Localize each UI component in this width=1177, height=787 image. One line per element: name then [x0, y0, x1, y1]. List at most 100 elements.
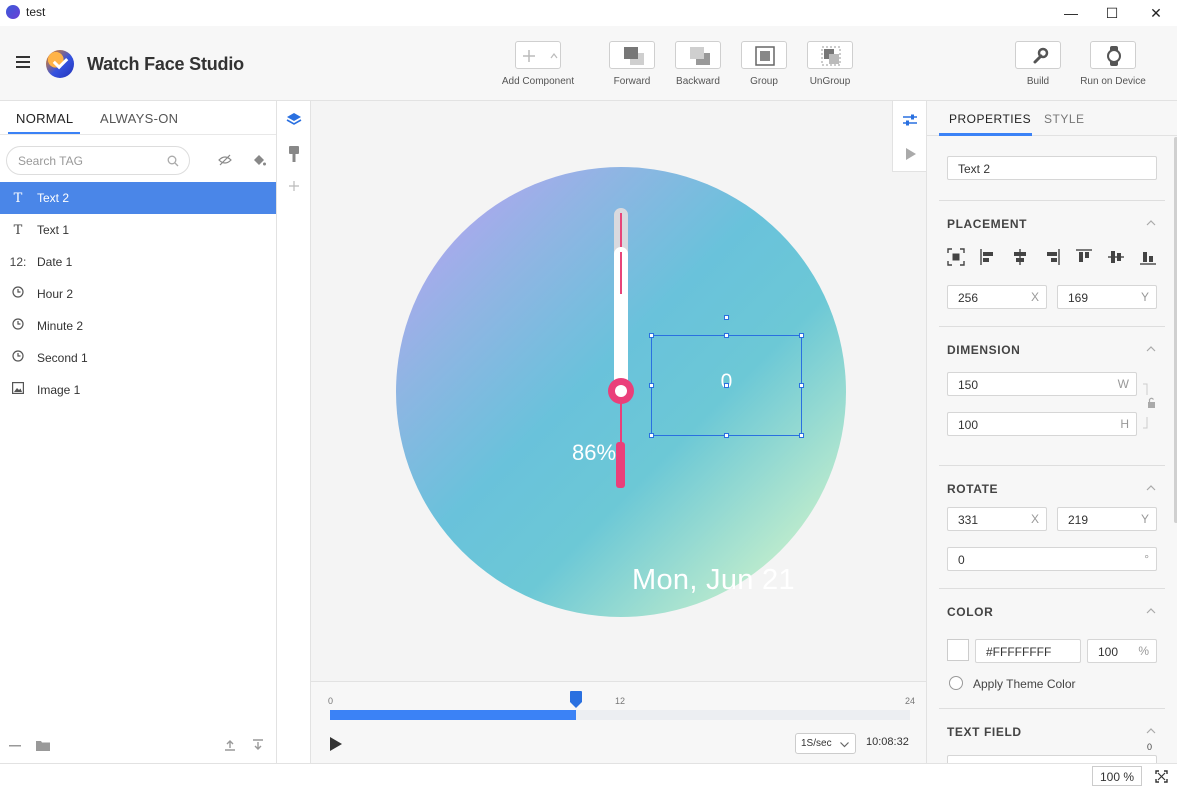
tab-properties[interactable]: PROPERTIES — [949, 112, 1031, 126]
selection-box[interactable]: 0 — [649, 333, 804, 438]
move-top-icon[interactable] — [224, 739, 236, 751]
text-layer-icon: T — [13, 190, 23, 206]
layer-tabs: NORMAL ALWAYS-ON — [0, 101, 276, 135]
x-label: X — [1030, 290, 1039, 304]
timeline-track[interactable] — [330, 710, 910, 720]
watch-face-studio-logo — [46, 50, 74, 78]
align-left-icon[interactable] — [979, 248, 997, 266]
rotate-x-value: 331 — [958, 513, 979, 527]
fit-screen-icon[interactable] — [1155, 770, 1168, 783]
rotate-y-field[interactable]: 219 Y — [1057, 507, 1157, 531]
align-bottom-icon[interactable] — [1139, 248, 1157, 266]
tag-search[interactable] — [6, 146, 190, 175]
align-right-icon[interactable] — [1043, 248, 1061, 266]
apply-theme-color-radio[interactable] — [949, 676, 963, 690]
chevron-up-icon[interactable] — [1146, 485, 1156, 491]
layer-item-hour-2[interactable]: Hour 2 — [0, 278, 276, 310]
group-label: Group — [750, 76, 778, 87]
rotate-x-field[interactable]: 331 X — [947, 507, 1047, 531]
resize-handle[interactable] — [799, 383, 804, 388]
add-icon[interactable] — [289, 181, 299, 191]
resize-handle[interactable] — [649, 433, 654, 438]
text-field-input[interactable] — [947, 755, 1157, 763]
clock-icon — [11, 318, 25, 334]
window-title: test — [26, 5, 46, 19]
placement-x-field[interactable]: 256 X — [947, 285, 1047, 309]
hide-icon[interactable] — [218, 154, 232, 166]
group-button[interactable]: Group — [741, 41, 787, 87]
add-icon — [515, 41, 561, 69]
layer-item-image-1[interactable]: Image 1 — [0, 374, 276, 406]
chevron-up-icon[interactable] — [1146, 608, 1156, 614]
layer-item-text-2[interactable]: T Text 2 — [0, 182, 276, 214]
second-hand-counterweight[interactable] — [616, 442, 625, 488]
preview-play-icon[interactable] — [906, 148, 916, 160]
minimize-button[interactable]: — — [1048, 0, 1094, 26]
rotation-handle[interactable] — [724, 315, 729, 320]
search-input[interactable] — [18, 154, 158, 168]
ungroup-button[interactable]: UnGroup — [807, 41, 853, 87]
layer-item-second-1[interactable]: Second 1 — [0, 342, 276, 374]
speed-select[interactable]: 1S/sec — [795, 733, 856, 754]
tab-always-on[interactable]: ALWAYS-ON — [100, 111, 178, 126]
layers-panel: NORMAL ALWAYS-ON T Text 2 T Text 1 12: D… — [0, 101, 277, 763]
align-horizontal-center-icon[interactable] — [1011, 248, 1029, 266]
degree-label: ° — [1144, 552, 1149, 566]
placement-y-field[interactable]: 169 Y — [1057, 285, 1157, 309]
status-bar: 100 % — [0, 763, 1177, 787]
battery-text[interactable]: 86% — [572, 440, 616, 466]
layer-item-date-1[interactable]: 12: Date 1 — [0, 246, 276, 278]
height-field[interactable]: 100 H — [947, 412, 1137, 436]
component-name-field[interactable]: Text 2 — [947, 156, 1157, 180]
resize-handle[interactable] — [724, 433, 729, 438]
y-label: Y — [1140, 512, 1149, 526]
rotate-angle-field[interactable]: 0 ° — [947, 547, 1157, 571]
play-icon[interactable] — [330, 737, 342, 751]
resize-handle[interactable] — [649, 383, 654, 388]
align-top-icon[interactable] — [1075, 248, 1093, 266]
menu-icon[interactable] — [16, 56, 30, 68]
resize-handle[interactable] — [649, 333, 654, 338]
align-vertical-center-icon[interactable] — [1107, 248, 1125, 266]
run-on-device-button[interactable]: Run on Device — [1080, 41, 1146, 87]
hand-hub — [608, 378, 634, 404]
chevron-up-icon[interactable] — [1146, 346, 1156, 352]
placement-x-value: 256 — [958, 291, 979, 305]
chevron-up-icon[interactable] — [1146, 220, 1156, 226]
forward-button[interactable]: Forward — [609, 41, 655, 87]
chevron-up-icon[interactable] — [1146, 728, 1156, 734]
layer-item-text-1[interactable]: T Text 1 — [0, 214, 276, 246]
adjust-icon[interactable] — [902, 113, 918, 127]
search-icon[interactable] — [167, 155, 179, 167]
brush-icon[interactable] — [289, 146, 299, 162]
resize-handle[interactable] — [724, 333, 729, 338]
zoom-field[interactable]: 100 % — [1092, 766, 1142, 786]
h-label: H — [1120, 417, 1129, 431]
resize-handle[interactable] — [799, 433, 804, 438]
move-bottom-icon[interactable] — [252, 739, 264, 751]
width-field[interactable]: 150 W — [947, 372, 1137, 396]
align-center-canvas-icon[interactable] — [947, 248, 965, 266]
divider — [939, 326, 1165, 327]
remove-icon[interactable] — [9, 745, 21, 747]
opacity-field[interactable]: 100% — [1087, 639, 1157, 663]
add-component-button[interactable]: Add Component — [500, 41, 576, 87]
tab-style[interactable]: STYLE — [1044, 112, 1085, 126]
maximize-button[interactable]: ☐ — [1089, 0, 1135, 26]
timeline-thumb[interactable] — [569, 691, 582, 708]
layers-icon[interactable] — [286, 111, 302, 127]
layer-item-minute-2[interactable]: Minute 2 — [0, 310, 276, 342]
backward-button[interactable]: Backward — [675, 41, 721, 87]
canvas-area: 86% Mon, Jun 21 0 — [311, 101, 926, 681]
paint-bucket-icon[interactable] — [252, 153, 266, 167]
pivot-handle[interactable] — [724, 383, 729, 388]
color-hex-field[interactable]: #FFFFFFFF — [975, 639, 1081, 663]
folder-icon[interactable] — [36, 740, 50, 751]
color-swatch[interactable] — [947, 639, 969, 661]
close-button[interactable]: ✕ — [1133, 0, 1177, 26]
resize-handle[interactable] — [799, 333, 804, 338]
date-text[interactable]: Mon, Jun 21 — [632, 564, 795, 597]
build-button[interactable]: Build — [1015, 41, 1061, 87]
lock-aspect-icon[interactable] — [1141, 383, 1157, 429]
tab-normal[interactable]: NORMAL — [16, 111, 73, 126]
